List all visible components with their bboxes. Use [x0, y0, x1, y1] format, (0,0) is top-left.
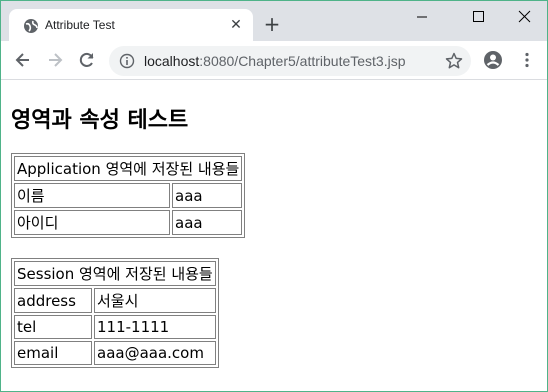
star-icon[interactable] — [444, 51, 464, 71]
browser-window: Attribute Test ✕ + localhost:8080/Chapte… — [0, 0, 548, 392]
attribute-value: 111-1111 — [94, 315, 216, 339]
page-content: 영역과 속성 테스트 Application 영역에 저장된 내용들 이름 aa… — [1, 80, 547, 391]
reload-icon[interactable] — [77, 50, 97, 70]
tab-strip: Attribute Test ✕ + — [1, 1, 547, 41]
kebab-menu-icon[interactable] — [517, 50, 537, 70]
attribute-value: 서울시 — [94, 288, 216, 313]
url-path: :8080/Chapter5/attributeTest3.jsp — [199, 53, 406, 69]
new-tab-button[interactable]: + — [263, 14, 281, 34]
application-table-header: Application 영역에 저장된 내용들 — [14, 156, 243, 181]
table-row: 아이디 aaa — [14, 210, 243, 235]
url-text: localhost:8080/Chapter5/attributeTest3.j… — [144, 53, 406, 69]
attribute-value: aaa@aaa.com — [94, 341, 216, 365]
attribute-name: tel — [14, 315, 92, 339]
maximize-icon[interactable] — [465, 7, 491, 27]
back-arrow-icon[interactable] — [13, 50, 33, 70]
close-window-icon[interactable] — [511, 7, 537, 27]
attribute-value: aaa — [172, 183, 243, 208]
forward-arrow-icon[interactable] — [45, 50, 65, 70]
session-table-header: Session 영역에 저장된 내용들 — [14, 261, 216, 286]
attribute-name: 이름 — [14, 183, 170, 208]
table-row: 이름 aaa — [14, 183, 243, 208]
attribute-name: email — [14, 341, 92, 365]
table-row: email aaa@aaa.com — [14, 341, 216, 365]
application-attribute-table: Application 영역에 저장된 내용들 이름 aaa 아이디 aaa — [11, 153, 246, 238]
attribute-name: address — [14, 288, 92, 313]
url-host: localhost — [144, 53, 200, 69]
table-row: address 서울시 — [14, 288, 216, 313]
page-title: 영역과 속성 테스트 — [11, 108, 189, 133]
tab-close-icon[interactable]: ✕ — [229, 18, 243, 32]
profile-icon[interactable] — [483, 50, 503, 70]
minimize-icon[interactable] — [409, 7, 435, 27]
tab-title: Attribute Test — [45, 18, 115, 32]
browser-toolbar: localhost:8080/Chapter5/attributeTest3.j… — [1, 41, 547, 80]
globe-icon — [23, 18, 39, 34]
table-row: tel 111-1111 — [14, 315, 216, 339]
info-icon[interactable] — [119, 53, 135, 69]
session-attribute-table: Session 영역에 저장된 내용들 address 서울시 tel 111-… — [11, 258, 219, 368]
browser-tab[interactable]: Attribute Test ✕ — [9, 9, 253, 41]
attribute-value: aaa — [172, 210, 243, 235]
attribute-name: 아이디 — [14, 210, 170, 235]
address-bar[interactable]: localhost:8080/Chapter5/attributeTest3.j… — [109, 46, 471, 76]
